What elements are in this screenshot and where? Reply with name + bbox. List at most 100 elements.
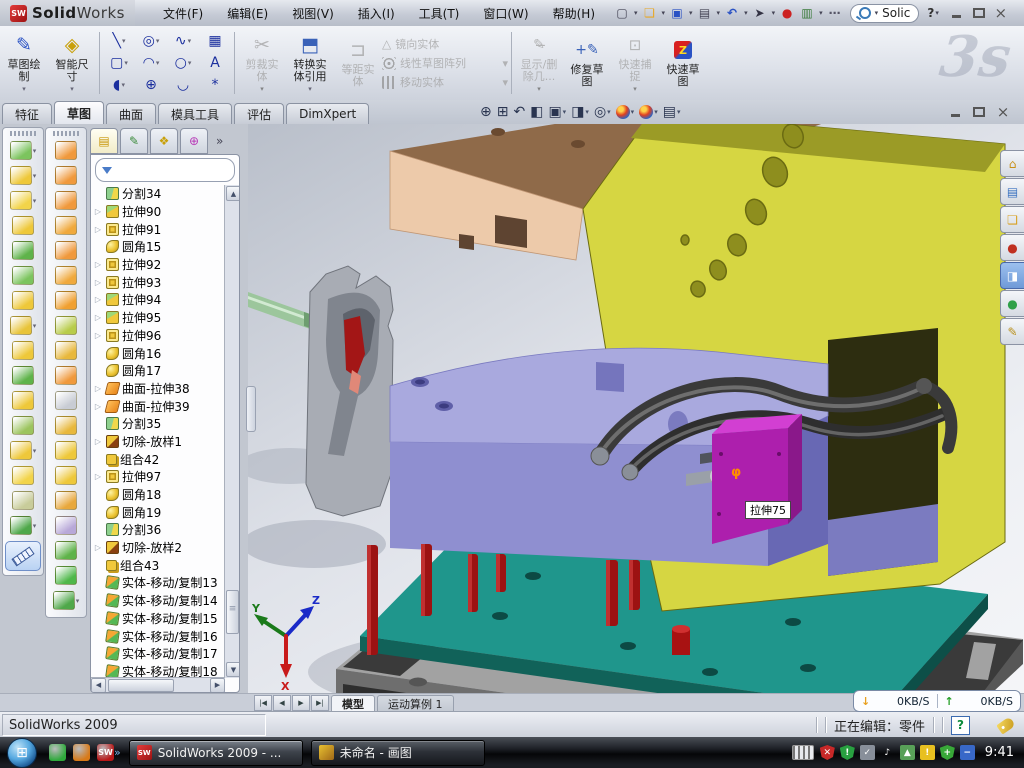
fillet-chevron-icon[interactable]: ▾: [33, 197, 37, 205]
dome-button[interactable]: [46, 163, 86, 188]
update-agent-icon[interactable]: ✓: [860, 745, 875, 760]
search-results-tab[interactable]: ●: [1000, 234, 1024, 261]
traffic-light-icon[interactable]: ●: [778, 4, 796, 22]
tab-模具工具[interactable]: 模具工具: [158, 103, 232, 124]
quick-launch-overflow[interactable]: »: [114, 746, 121, 759]
menu-6[interactable]: 帮助(H): [543, 2, 605, 25]
save-icon[interactable]: ▣: [668, 4, 686, 22]
undo-icon[interactable]: ↶: [723, 4, 741, 22]
swept-boss-button[interactable]: [46, 188, 86, 213]
fillet-button[interactable]: ▾: [3, 188, 43, 213]
thicken-button[interactable]: [46, 338, 86, 363]
tab-overflow-button[interactable]: »: [216, 134, 223, 148]
measure-button[interactable]: [5, 541, 41, 571]
model-tab-模型[interactable]: 模型: [331, 695, 375, 712]
horizontal-scroll-thumb[interactable]: [108, 679, 174, 692]
menu-2[interactable]: 视图(V): [282, 2, 344, 25]
tree-item[interactable]: 实体-移动/复制18: [93, 663, 225, 678]
tree-item[interactable]: 圆角16: [93, 344, 225, 362]
tree-item[interactable]: 组合43: [93, 556, 225, 574]
flex-2-button[interactable]: ▾: [46, 588, 86, 613]
scroll-left-button[interactable]: ◀: [91, 678, 106, 693]
section-view-button[interactable]: ◧: [530, 104, 543, 120]
expand-arrow-icon[interactable]: ▷: [93, 207, 103, 216]
doc-restore-button[interactable]: [972, 106, 986, 118]
spline-tool[interactable]: ∿▾: [167, 30, 199, 52]
flatten-button[interactable]: [46, 513, 86, 538]
print-icon[interactable]: ▤: [696, 4, 714, 22]
antivirus-icon[interactable]: !: [840, 745, 855, 760]
tree-item[interactable]: 圆角15: [93, 238, 225, 256]
sync-blocked-icon[interactable]: −: [960, 745, 975, 760]
fillet-surface-button[interactable]: [46, 538, 86, 563]
expand-arrow-icon[interactable]: ▷: [93, 437, 103, 446]
rib-button[interactable]: [3, 213, 43, 238]
repair-sketch-button[interactable]: +✎ 修复草 图: [563, 26, 611, 100]
tree-item[interactable]: 组合42: [93, 450, 225, 468]
tags-icon[interactable]: [996, 716, 1015, 734]
property-manager-tab[interactable]: ✎: [120, 128, 148, 154]
view-palette-tab[interactable]: ◨: [1000, 262, 1024, 289]
split-body-button[interactable]: [3, 363, 43, 388]
prev-tab-button[interactable]: ◀: [273, 695, 291, 711]
doc-minimize-button[interactable]: [948, 106, 962, 118]
solidworks-resources-tab[interactable]: ⌂: [1000, 150, 1024, 177]
volume-icon[interactable]: ♪: [880, 745, 895, 760]
revolved-boss-button[interactable]: [46, 138, 86, 163]
injection-rod[interactable]: [248, 292, 310, 329]
next-tab-button[interactable]: ▶: [292, 695, 310, 711]
tree-item[interactable]: 圆角18: [93, 486, 225, 504]
expand-arrow-icon[interactable]: ▷: [93, 225, 103, 234]
tree-item[interactable]: 分割36: [93, 521, 225, 539]
expand-arrow-icon[interactable]: ▷: [93, 278, 103, 287]
close-button[interactable]: ×: [994, 7, 1008, 19]
select-arrow-icon[interactable]: ➤: [751, 4, 769, 22]
scroll-up-button[interactable]: ▲: [226, 186, 240, 201]
display-style-button[interactable]: ◨▾: [571, 104, 589, 120]
last-tab-button[interactable]: ▶|: [311, 695, 329, 711]
extruded-cut-button[interactable]: ▾: [3, 163, 43, 188]
chevron-down-icon[interactable]: ▾: [875, 9, 879, 17]
file-explorer-tab[interactable]: ❏: [1000, 206, 1024, 233]
tree-item[interactable]: ▷切除-放样1: [93, 433, 225, 451]
tree-item[interactable]: 实体-移动/复制17: [93, 645, 225, 663]
previous-view-button[interactable]: ↶: [513, 104, 525, 120]
tree-filter-field[interactable]: [95, 158, 235, 182]
tree-item[interactable]: ▷拉伸91: [93, 220, 225, 238]
delete-body-button[interactable]: ▾: [3, 438, 43, 463]
tree-vertical-scrollbar[interactable]: ▲ ▼: [224, 185, 239, 678]
save-chevron-icon[interactable]: ▾: [689, 9, 693, 17]
taskbar-window-paint[interactable]: 未命名 - 画图: [311, 740, 485, 766]
zoom-to-area-button[interactable]: ⊞: [497, 104, 509, 120]
rapid-sketch-button[interactable]: Z 快速草 图: [659, 26, 707, 100]
security-alert-icon[interactable]: ✕: [820, 745, 835, 760]
open-icon[interactable]: ❏: [641, 4, 659, 22]
design-checker-chevron-icon[interactable]: ▾: [819, 9, 823, 17]
offset-entities-button[interactable]: ⊐ 等距实 体: [334, 26, 382, 100]
menu-1[interactable]: 编辑(E): [217, 2, 278, 25]
indent-button[interactable]: [3, 488, 43, 513]
delete-body-chevron-icon[interactable]: ▾: [33, 447, 37, 455]
apply-scene-button[interactable]: ▾: [639, 105, 658, 119]
expand-arrow-icon[interactable]: ▷: [93, 331, 103, 340]
rectangle-tool[interactable]: ▢▾: [103, 52, 135, 74]
first-tab-button[interactable]: |◀: [254, 695, 272, 711]
boundary-boss-button[interactable]: [46, 238, 86, 263]
combine-button[interactable]: [3, 388, 43, 413]
keyboard-language-icon[interactable]: [792, 745, 814, 760]
hole-wizard-button[interactable]: [3, 288, 43, 313]
mirror-entities-button[interactable]: △ 镜向实体: [382, 36, 508, 52]
display-delete-relations-button[interactable]: ✎̶ 显示/删 除几...▾: [515, 26, 563, 100]
flex-button[interactable]: ▾: [3, 513, 43, 538]
view-settings-button[interactable]: ▤▾: [663, 104, 681, 120]
knit-surface-button[interactable]: [46, 313, 86, 338]
launcher-icon[interactable]: [73, 744, 90, 761]
taskbar-clock[interactable]: 9:41: [985, 745, 1014, 760]
voice-commands-icon[interactable]: ⋯: [826, 4, 844, 22]
network-adapter-icon[interactable]: ▲: [900, 745, 915, 760]
tree-item[interactable]: 实体-移动/复制14: [93, 592, 225, 610]
scroll-right-button[interactable]: ▶: [210, 678, 225, 693]
expand-arrow-icon[interactable]: ▷: [93, 295, 103, 304]
linear-pattern-button[interactable]: ▾: [3, 313, 43, 338]
new-document-icon[interactable]: ▢: [613, 4, 631, 22]
